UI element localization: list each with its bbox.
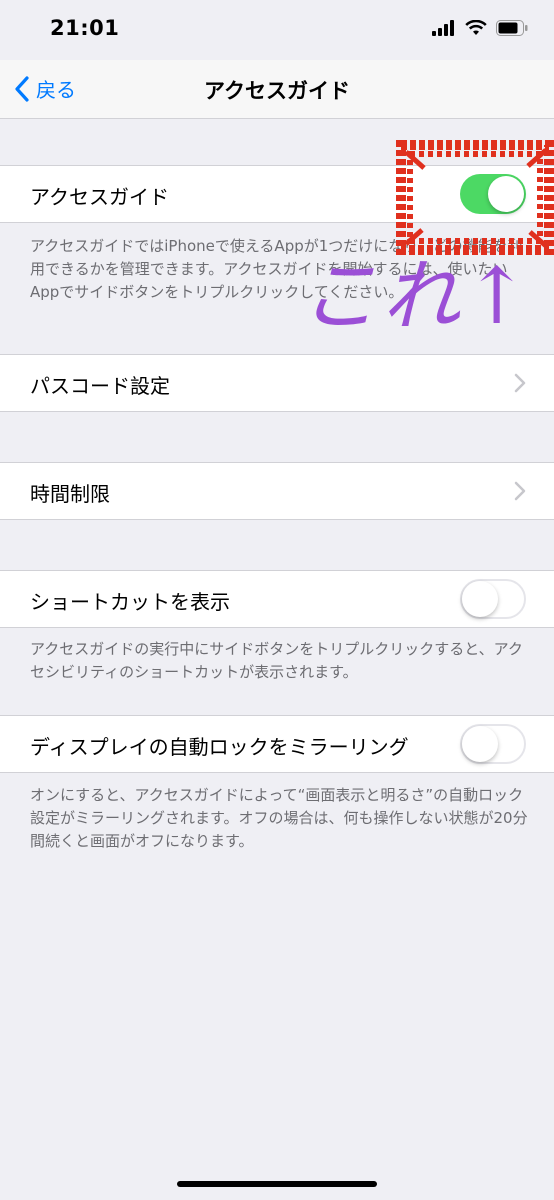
- show-shortcut-label: ショートカットを表示: [30, 590, 230, 614]
- annotation-text: これ↑: [300, 252, 534, 342]
- mirror-auto-lock-toggle[interactable]: [460, 724, 526, 764]
- navigation-bar: 戻る アクセスガイド: [0, 60, 554, 119]
- time-limits-row[interactable]: 時間制限: [0, 462, 554, 520]
- passcode-settings-label: パスコード設定: [30, 374, 170, 398]
- mirror-auto-lock-row[interactable]: ディスプレイの自動ロックをミラーリング: [0, 715, 554, 773]
- time-limits-label: 時間制限: [30, 482, 110, 506]
- status-icons: [432, 20, 528, 36]
- mirror-auto-lock-label: ディスプレイの自動ロックをミラーリング: [30, 735, 409, 759]
- wifi-icon: [465, 20, 487, 35]
- status-bar: 21:01: [0, 0, 554, 60]
- show-shortcut-row[interactable]: ショートカットを表示: [0, 570, 554, 628]
- page-title: アクセスガイド: [204, 79, 350, 103]
- status-time: 21:01: [50, 16, 120, 40]
- guided-access-label: アクセスガイド: [30, 185, 169, 209]
- chevron-right-icon: [514, 373, 526, 393]
- show-shortcut-toggle[interactable]: [460, 579, 526, 619]
- toggle-knob: [462, 581, 498, 617]
- passcode-settings-row[interactable]: パスコード設定: [0, 354, 554, 412]
- highlight-scribble: [396, 140, 554, 255]
- battery-icon: [496, 20, 528, 36]
- chevron-right-icon: [514, 481, 526, 501]
- mirror-auto-lock-footer: オンにすると、アクセスガイドによって“画面表示と明るさ”の自動ロック設定がミラー…: [30, 786, 528, 850]
- show-shortcut-footer: アクセスガイドの実行中にサイドボタンをトリプルクリックすると、アクセシビリティの…: [30, 640, 523, 681]
- home-indicator[interactable]: [177, 1181, 377, 1187]
- cellular-signal-icon: [432, 20, 454, 36]
- toggle-knob: [462, 726, 498, 762]
